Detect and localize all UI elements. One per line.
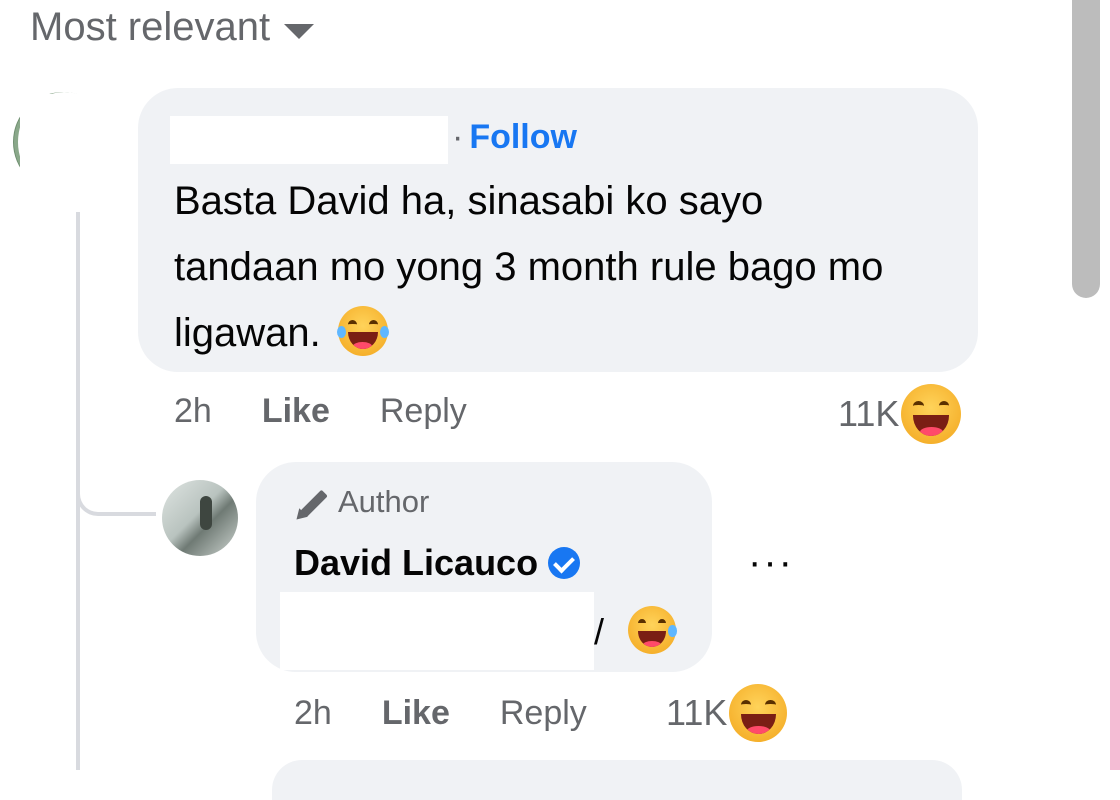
reply-text: / (594, 606, 677, 654)
sort-dropdown[interactable]: Most relevant (30, 5, 315, 50)
like-button[interactable]: Like (262, 392, 330, 431)
sort-label: Most relevant (30, 5, 271, 49)
reply-button[interactable]: Reply (380, 392, 467, 431)
comment-body: Basta David ha, sinasabi ko sayo tandaan… (174, 179, 884, 355)
author-badge-label: Author (338, 484, 430, 519)
commenter-avatar[interactable] (14, 92, 114, 212)
reaction-count: 11K (838, 393, 900, 434)
reply-reaction-count: 11K (666, 692, 728, 733)
reaction-summary[interactable]: 11K (838, 384, 962, 444)
reply-text-redacted (280, 592, 594, 670)
comment-actions: 2h Like Reply (174, 392, 517, 431)
reply-like-button[interactable]: Like (382, 694, 450, 733)
haha-reaction-icon (901, 384, 962, 444)
reply-text-tail: / (594, 611, 605, 652)
comment-text: Basta David ha, sinasabi ko sayo tandaan… (174, 168, 914, 366)
next-comment-bubble (272, 760, 962, 800)
verified-badge-icon (548, 547, 581, 579)
pen-icon (294, 485, 328, 519)
reply-actions: 2h Like Reply (294, 694, 637, 733)
thread-connector (76, 470, 156, 516)
sweat-smile-emoji-icon (628, 606, 677, 654)
separator-dot: · (452, 118, 464, 156)
follow-label: Follow (469, 118, 577, 156)
comment-timestamp[interactable]: 2h (174, 392, 212, 431)
author-badge: Author (294, 484, 429, 520)
haha-reaction-icon (729, 684, 788, 742)
scrollbar-thumb[interactable] (1072, 0, 1100, 298)
reply-timestamp[interactable]: 2h (294, 694, 332, 733)
follow-link[interactable]: · Follow (452, 118, 577, 157)
reply-reply-button[interactable]: Reply (500, 694, 587, 733)
tears-of-joy-emoji-icon (336, 306, 389, 356)
reply-reaction-summary[interactable]: 11K (666, 684, 788, 742)
commenter-name-redacted (170, 116, 448, 164)
author-avatar[interactable] (162, 480, 238, 556)
reply-author-name[interactable]: David Licauco (294, 542, 581, 584)
caret-down-icon (284, 24, 315, 39)
author-name-text: David Licauco (294, 542, 539, 583)
more-options-button[interactable]: ··· (748, 540, 794, 585)
page-edge-accent (1110, 0, 1120, 770)
